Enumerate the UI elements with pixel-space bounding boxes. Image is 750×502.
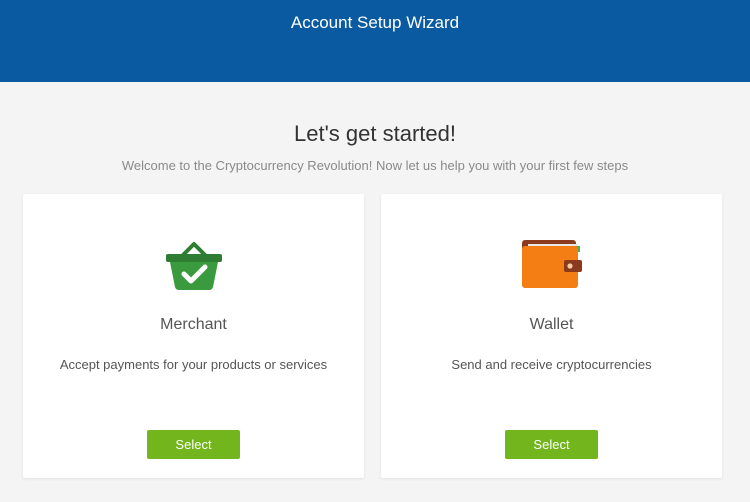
merchant-card[interactable]: Merchant Accept payments for your produc… [23, 194, 364, 478]
wallet-select-button[interactable]: Select [505, 430, 598, 459]
wallet-title: Wallet [529, 316, 574, 333]
shopping-basket-check-icon [23, 234, 364, 294]
page-subtitle: Welcome to the Cryptocurrency Revolution… [121, 158, 629, 173]
wizard-title: Account Setup Wizard [290, 13, 460, 32]
wallet-card[interactable]: Wallet Send and receive cryptocurrencies… [381, 194, 722, 478]
wizard-header: Account Setup Wizard [0, 0, 750, 82]
wallet-description: Send and receive cryptocurrencies [451, 357, 652, 372]
page-headline: Let's get started! [294, 121, 456, 146]
merchant-title: Merchant [160, 316, 227, 333]
merchant-select-button[interactable]: Select [147, 430, 240, 459]
wallet-icon [381, 234, 722, 294]
merchant-description: Accept payments for your products or ser… [59, 357, 328, 372]
